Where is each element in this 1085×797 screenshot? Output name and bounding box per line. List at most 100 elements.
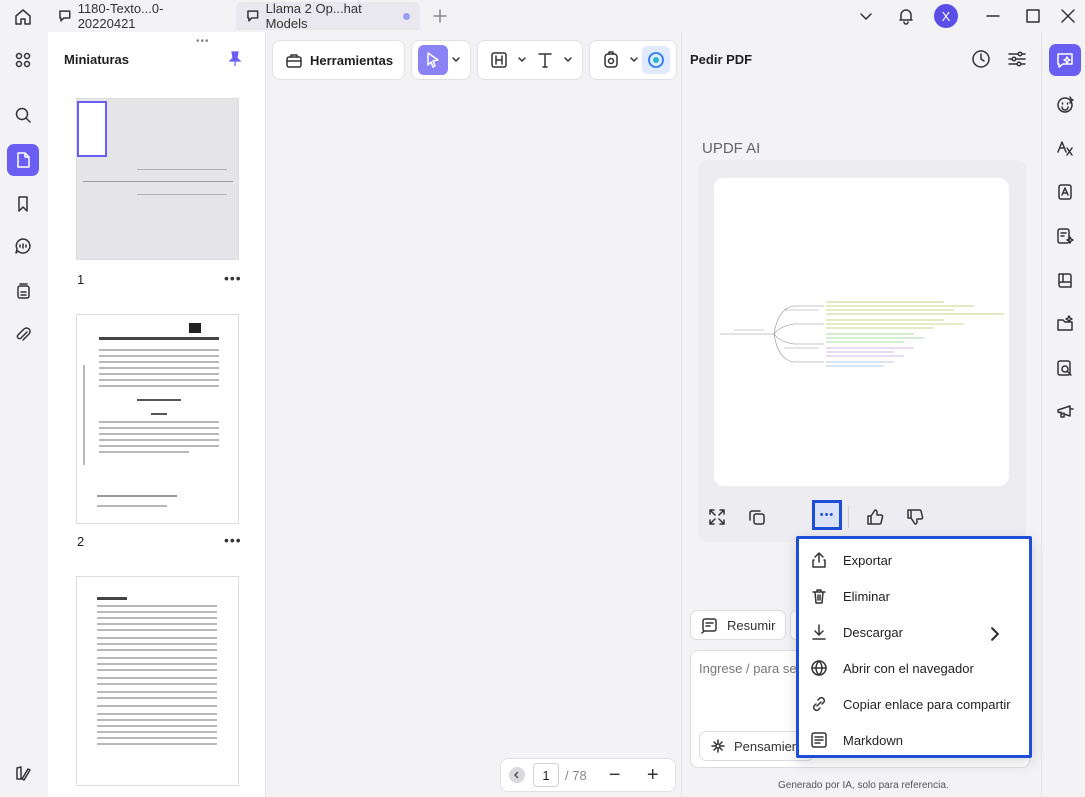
download-icon: [812, 624, 826, 640]
menu-item-delete[interactable]: Eliminar: [805, 579, 1027, 613]
page-number-input[interactable]: 1: [533, 763, 559, 787]
tools-button[interactable]: Herramientas: [279, 45, 398, 75]
header-tool-button[interactable]: [484, 45, 514, 75]
new-tab-button[interactable]: [430, 6, 450, 26]
unsaved-dot-icon: [403, 12, 410, 20]
mini-text: [97, 669, 217, 671]
history-clock-icon[interactable]: [970, 48, 992, 70]
mini-text: [99, 385, 219, 387]
disclaimer-text: Generado por IA, solo para referencia.: [778, 780, 949, 791]
search-icon[interactable]: [7, 99, 39, 131]
pages-stack-icon[interactable]: [7, 275, 39, 307]
thumbs-down-button[interactable]: [902, 504, 928, 530]
menu-item-download[interactable]: Descargar: [805, 615, 1027, 649]
mini-text: [99, 433, 219, 435]
pin-icon[interactable]: [226, 50, 244, 68]
page-thumbnail-3[interactable]: [76, 576, 239, 786]
more-options-menu: Exportar Eliminar Descargar Abrir con el…: [796, 536, 1032, 758]
close-button[interactable]: [1057, 5, 1079, 27]
tools-group: Herramientas: [272, 40, 406, 80]
minimize-button[interactable]: [982, 5, 1004, 27]
presentation-icon[interactable]: [1049, 396, 1081, 428]
ai-document-icon[interactable]: [1049, 220, 1081, 252]
ai-chat-icon[interactable]: [1049, 44, 1081, 76]
chevron-down-icon[interactable]: [855, 5, 877, 27]
ai-folder-icon[interactable]: [1049, 308, 1081, 340]
mini-text: [97, 605, 217, 607]
comment-list-icon[interactable]: [7, 230, 39, 262]
chevron-down-icon[interactable]: [563, 55, 573, 65]
chevron-down-icon[interactable]: [629, 55, 639, 65]
previous-page-button[interactable]: [509, 767, 525, 783]
ai-orb-icon: [648, 52, 665, 68]
menu-item-copy-link[interactable]: Copiar enlace para compartir: [805, 687, 1027, 721]
summarize-button[interactable]: Resumir: [690, 610, 787, 640]
tab-document-2[interactable]: Llama 2 Op...hat Models: [236, 1, 420, 31]
stamp-tool-button[interactable]: [596, 45, 626, 75]
more-dots: •••: [819, 509, 835, 521]
home-icon[interactable]: [12, 6, 34, 28]
more-options-button[interactable]: •••: [812, 500, 842, 530]
mini-text: [97, 697, 217, 699]
mini-text: [97, 629, 217, 631]
copy-button[interactable]: [744, 504, 770, 530]
thumbs-up-button[interactable]: [862, 504, 888, 530]
right-tool-rail: [1041, 32, 1085, 797]
toolbox-icon: [286, 54, 302, 68]
ai-assistant-button[interactable]: [642, 46, 671, 74]
chevron-down-icon[interactable]: [451, 55, 461, 65]
thumbs-up-icon: [867, 509, 884, 525]
menu-item-label: Copiar enlace para compartir: [843, 696, 1011, 712]
mini-text: [97, 725, 217, 727]
text-tool-button[interactable]: [530, 45, 560, 75]
maximize-button[interactable]: [1022, 5, 1044, 27]
thumbnails-page-icon[interactable]: [7, 144, 39, 176]
mini-text: [97, 643, 217, 645]
mini-text: [97, 663, 217, 665]
apps-grid-icon[interactable]: [7, 44, 39, 76]
mini-text: [97, 617, 217, 619]
fullscreen-button[interactable]: [704, 504, 730, 530]
bookmark-icon[interactable]: [7, 188, 39, 220]
ai-search-icon[interactable]: [1049, 352, 1081, 384]
chevron-down-icon[interactable]: [517, 55, 527, 65]
settings-sliders-icon[interactable]: [1006, 48, 1028, 70]
menu-item-export[interactable]: Exportar: [805, 543, 1027, 577]
assistant-name: UPDF AI: [702, 140, 761, 157]
mini-text: [97, 677, 217, 679]
ai-face-icon[interactable]: [1049, 88, 1081, 120]
layers-icon[interactable]: [7, 757, 39, 789]
select-tool-button[interactable]: [418, 45, 449, 75]
share-icon: [812, 552, 826, 568]
mini-text: [97, 623, 217, 625]
expand-icon: [709, 509, 725, 525]
mindmap-preview[interactable]: [714, 178, 1009, 486]
page-options-button[interactable]: •••: [224, 532, 242, 548]
document-canvas[interactable]: [266, 32, 681, 797]
avatar[interactable]: X: [934, 4, 958, 28]
tab-document-1[interactable]: 1180-Texto...0-20220421: [48, 1, 228, 31]
mini-text: [99, 439, 219, 441]
copy-icon: [749, 510, 765, 525]
page-options-button[interactable]: •••: [224, 270, 242, 286]
translate-icon[interactable]: [1049, 132, 1081, 164]
stamp-icon: [604, 51, 618, 68]
menu-item-open-browser[interactable]: Abrir con el navegador: [805, 651, 1027, 685]
page-thumbnail-2[interactable]: [76, 314, 239, 524]
mini-text: [97, 637, 217, 639]
panel-resize-grip[interactable]: •••: [196, 36, 210, 47]
menu-item-markdown[interactable]: Markdown: [805, 723, 1027, 757]
attachment-icon[interactable]: [7, 319, 39, 351]
viewport-indicator: [77, 101, 107, 157]
zoom-out-button[interactable]: −: [605, 764, 625, 786]
ai-response-card: •••: [698, 160, 1026, 542]
zoom-in-button[interactable]: +: [643, 764, 663, 786]
book-icon[interactable]: [1049, 264, 1081, 296]
ocr-document-icon[interactable]: [1049, 176, 1081, 208]
title-bar: 1180-Texto...0-20220421 Llama 2 Op...hat…: [0, 0, 1085, 32]
select-group: [411, 40, 472, 80]
menu-item-label: Abrir con el navegador: [843, 660, 974, 676]
cursor-icon: [427, 52, 439, 68]
page-thumbnail-1[interactable]: [76, 98, 239, 260]
bell-icon[interactable]: [895, 5, 917, 27]
